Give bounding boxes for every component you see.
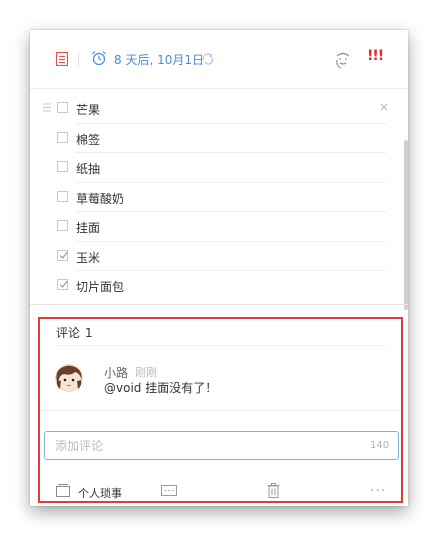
due-date-text[interactable]: 8 天后, 10月1日 [114,51,204,68]
checkbox[interactable] [57,131,68,143]
checklist-item-label[interactable]: 玉米 [76,249,100,266]
list-name[interactable]: 个人琐事 [78,485,122,501]
checklist-divider [30,304,408,305]
more-icon[interactable]: ··· [370,483,386,499]
task-doc-icon[interactable] [56,52,68,66]
priority-indicator[interactable]: !!! [367,48,384,64]
avatar[interactable] [55,364,83,392]
comment-input-divider [40,410,401,411]
checklist-item[interactable]: 草莓酸奶 [30,183,408,212]
checklist-item[interactable]: 棉签 [30,124,408,153]
checkbox[interactable] [57,220,68,231]
checklist-item-label[interactable]: 芒果 [76,101,100,118]
checkbox[interactable] [57,190,68,202]
checklist-item[interactable]: 切片面包 [30,271,408,301]
alarm-clock-icon[interactable] [91,50,107,66]
drag-handle-icon[interactable] [43,103,51,112]
checklist-item-label[interactable]: 挂面 [76,219,100,236]
checklist-item[interactable]: 纸抽 [30,153,408,183]
comment-time: 刚刚 [135,366,157,379]
checkbox-checked[interactable] [57,249,68,261]
checklist-item[interactable]: 玉米 [30,242,408,271]
task-toolbar: 8 天后, 10月1日 !!! [30,30,408,89]
checklist-item-label[interactable]: 切片面包 [76,278,124,295]
check-icon [59,251,68,259]
checklist-item-label[interactable]: 棉签 [76,131,100,148]
comment-text: @void 挂面没有了！ [104,381,218,395]
checklist: 芒果 × 棉签 纸抽 草莓酸奶 挂面 玉米 切片面包 [30,94,408,301]
comment-icon[interactable] [161,485,177,497]
checklist-item-label[interactable]: 草莓酸奶 [76,190,124,207]
repeat-icon[interactable] [202,53,214,65]
assignee-icon[interactable] [334,50,352,70]
char-count: 140 [370,440,390,451]
checklist-item[interactable]: 挂面 [30,212,408,242]
checklist-item-label[interactable]: 纸抽 [76,160,100,177]
comment-input[interactable] [44,431,399,460]
close-icon[interactable]: × [379,100,389,114]
inbox-icon[interactable] [56,484,70,497]
toolbar-divider [78,53,79,66]
comments-header-separator [56,345,386,346]
comments-count: 1 [85,326,93,340]
comments-header: 评论 1 [56,324,93,341]
checkbox[interactable] [57,102,68,113]
checkbox[interactable] [57,161,68,172]
trash-icon[interactable] [267,483,280,498]
comments-title: 评论 [56,326,81,340]
checkbox-checked[interactable] [57,279,68,290]
check-icon [59,280,68,288]
checklist-item[interactable]: 芒果 × [30,94,408,124]
